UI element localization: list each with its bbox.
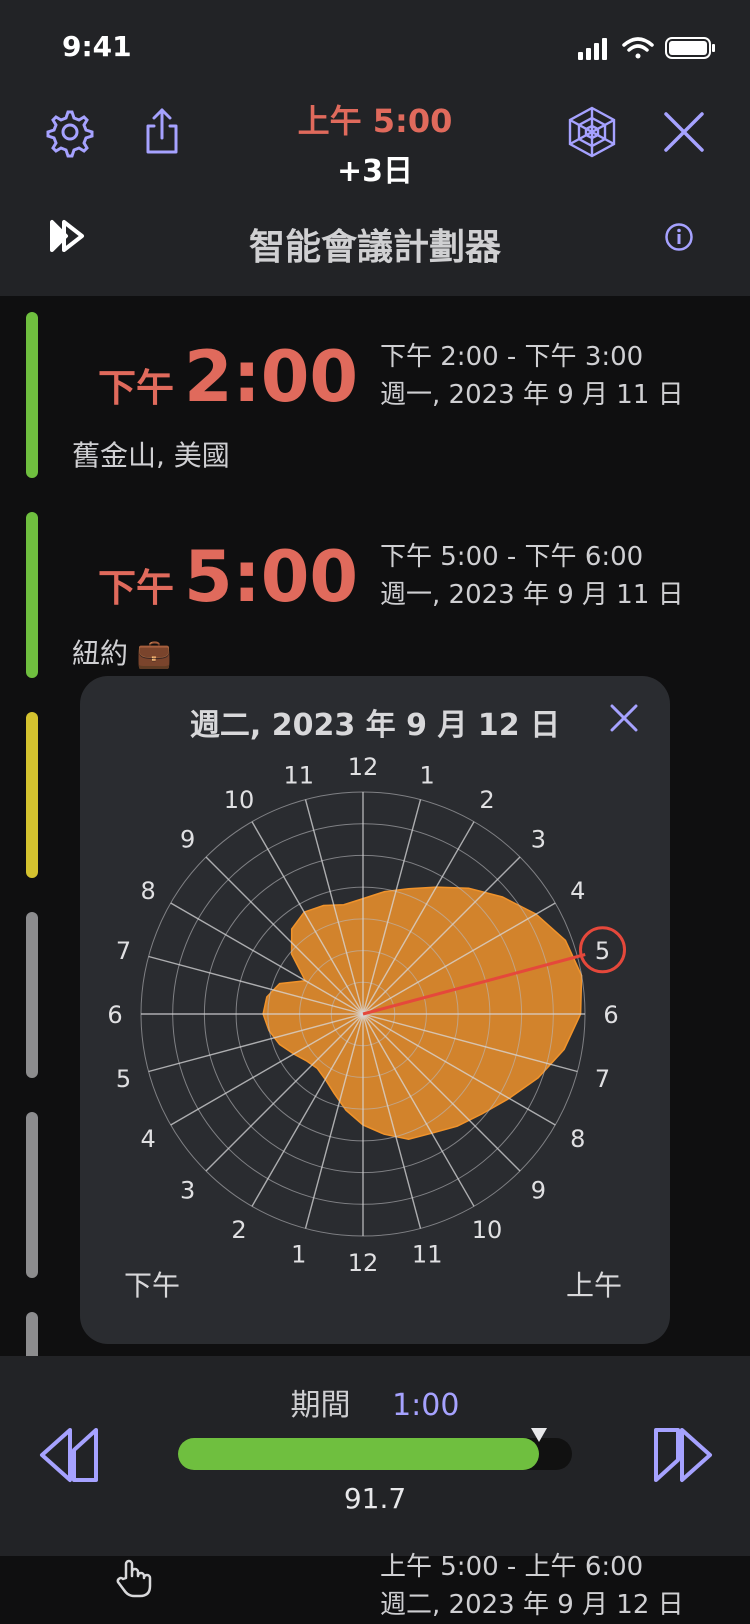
meeting-bar-1 <box>26 312 38 478</box>
bottom-control-panel: 期間 1:00 91.7 <box>0 1356 750 1556</box>
hour-label: 10 <box>224 786 255 814</box>
hour-label: 6 <box>603 1001 618 1029</box>
hour-label: 10 <box>472 1216 503 1244</box>
meeting-range: 下午 2:00 - 下午 3:00 <box>380 342 644 372</box>
header-day-offset: +3日 <box>336 154 413 189</box>
am-label: 上午 <box>566 1269 623 1302</box>
hour-label: 9 <box>180 826 195 854</box>
meeting-big-time: 下午 2:00 <box>98 336 358 418</box>
footer-date: 週二, 2023 年 9 月 12 日 <box>380 1590 684 1620</box>
meeting-range-block: 下午 2:00 - 下午 3:00 週一, 2023 年 9 月 11 日 <box>380 338 684 414</box>
hour-label: 7 <box>595 1065 610 1093</box>
meeting-big-time: 下午 5:00 <box>98 536 358 618</box>
progress-percent: 91.7 <box>343 1482 407 1515</box>
hour-label: 9 <box>531 1176 546 1204</box>
wifi-icon <box>622 37 654 59</box>
hour-label: 6 <box>107 1001 122 1029</box>
day-chart-popup: 週二, 2023 年 9 月 12 日 12 1 2 3 4 5 6 7 8 9 10 11 12 11 1… <box>80 676 670 1344</box>
signal-icon <box>578 38 607 60</box>
hour-label: 4 <box>570 877 585 905</box>
hour-label: 5 <box>116 1065 131 1093</box>
meeting-city: 紐約 💼 <box>72 637 172 670</box>
status-time: 9:41 <box>62 30 132 63</box>
meeting-hour: 5:00 <box>184 536 359 618</box>
duration-label: 期間 <box>290 1388 351 1423</box>
top-header: 9:41 上午 5:00 +3日 智能會議計劃器 <box>0 0 750 296</box>
header-time-block: 上午 5:00 +3日 <box>0 96 750 190</box>
meeting-range: 下午 5:00 - 下午 6:00 <box>380 542 644 572</box>
hour-label: 1 <box>420 762 435 790</box>
hour-label: 8 <box>141 877 156 905</box>
hand-pointer-icon <box>116 1559 152 1598</box>
meeting-bar-5 <box>26 1112 38 1278</box>
close-icon[interactable] <box>656 104 712 160</box>
info-icon[interactable] <box>664 222 694 252</box>
status-icons <box>578 37 715 60</box>
duration-value[interactable]: 1:00 <box>392 1388 459 1423</box>
battery-icon <box>665 37 715 59</box>
previous-icon[interactable] <box>36 1420 106 1490</box>
slider-marker-icon[interactable] <box>531 1428 548 1442</box>
hour-label: 4 <box>141 1125 156 1153</box>
meeting-date: 週一, 2023 年 9 月 11 日 <box>380 580 684 610</box>
page-title: 智能會議計劃器 <box>248 227 501 268</box>
meeting-bar-3 <box>26 712 38 878</box>
hour-label: 1 <box>291 1241 306 1269</box>
hour-label: 2 <box>479 786 494 814</box>
hour-label: 5 <box>595 937 610 965</box>
hour-label: 12 <box>348 753 379 781</box>
pm-label: 下午 <box>124 1269 181 1302</box>
hour-label: 12 <box>348 1249 379 1277</box>
hour-label: 11 <box>284 762 315 790</box>
hour-label: 3 <box>531 826 546 854</box>
polar-chart[interactable]: 12 1234567891011121110987654321 <box>80 676 670 1344</box>
hour-label: 11 <box>412 1241 443 1269</box>
meeting-ampm: 下午 <box>98 366 175 410</box>
status-bar: 9:41 <box>0 0 750 86</box>
next-icon[interactable] <box>646 1420 716 1490</box>
hour-label: 8 <box>570 1125 585 1153</box>
footer-range: 上午 5:00 - 上午 6:00 <box>380 1552 644 1582</box>
duration-slider-fill <box>178 1438 540 1470</box>
meeting-city: 舊金山, 美國 <box>72 439 230 472</box>
duration-slider[interactable] <box>178 1428 572 1470</box>
hour-label: 3 <box>180 1176 195 1204</box>
next-meeting-partial[interactable]: 上午 5:00 - 上午 6:00 週二, 2023 年 9 月 12 日 <box>0 1552 750 1624</box>
meeting-bar-2 <box>26 512 38 678</box>
meeting-ampm: 下午 <box>98 566 175 610</box>
meeting-hour: 2:00 <box>184 336 359 418</box>
header-time: 上午 5:00 <box>297 102 453 140</box>
hour-label: 2 <box>231 1216 246 1244</box>
meeting-bar-4 <box>26 912 38 1078</box>
spider-web-icon[interactable] <box>562 104 622 160</box>
duration-row: 期間 1:00 <box>0 1380 750 1424</box>
footer-range-block: 上午 5:00 - 上午 6:00 週二, 2023 年 9 月 12 日 <box>380 1548 684 1624</box>
hour-label: 7 <box>116 937 131 965</box>
meeting-range-block: 下午 5:00 - 下午 6:00 週一, 2023 年 9 月 11 日 <box>380 538 684 614</box>
meeting-date: 週一, 2023 年 9 月 11 日 <box>380 380 684 410</box>
